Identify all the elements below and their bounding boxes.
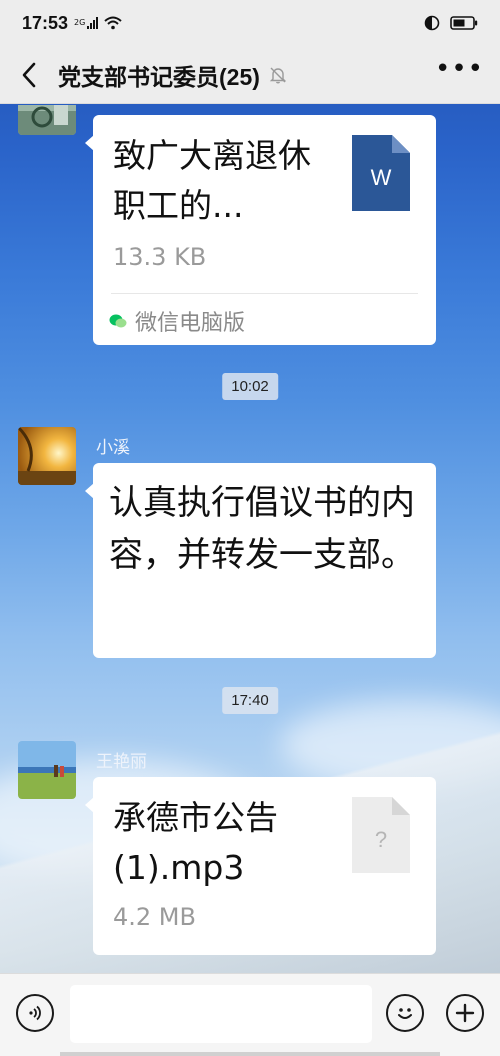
navigation-bar [60, 1052, 440, 1056]
more-icon[interactable]: ••• [435, 56, 484, 86]
message-text: 认真执行倡议书的内容，并转发一支部。 [109, 483, 415, 575]
file-name: 承德市公告(1).mp3 [113, 798, 278, 887]
chat-header: 党支部书记委员(25) ••• [0, 46, 500, 104]
message-list[interactable]: 致广大离退休职工的... 13.3 KB W 微信电脑版 10:02 小溪 认真… [0, 105, 500, 973]
word-file-icon: W [352, 135, 410, 211]
word-badge: W [370, 165, 392, 190]
emoji-icon[interactable] [386, 994, 424, 1032]
avatar[interactable] [18, 741, 76, 799]
do-not-disturb-icon [424, 15, 440, 31]
sender-name: 王艳丽 [96, 752, 147, 772]
network-type: 2G [74, 18, 86, 27]
file-size: 4.2 MB [113, 903, 196, 931]
wifi-icon [104, 16, 123, 30]
add-icon[interactable] [446, 994, 484, 1032]
voice-icon[interactable] [16, 994, 54, 1032]
timestamp: 17:40 [222, 687, 278, 714]
file-source: 微信电脑版 [109, 305, 245, 337]
timestamp: 10:02 [222, 373, 278, 400]
source-label: 微信电脑版 [135, 311, 246, 336]
status-bar: 17:53 2G [0, 0, 500, 46]
message-input[interactable] [70, 985, 372, 1043]
text-message-bubble[interactable]: 认真执行倡议书的内容，并转发一支部。 [85, 463, 436, 658]
avatar[interactable] [18, 105, 76, 135]
chat-title[interactable]: 党支部书记委员(25) [58, 58, 260, 92]
divider [111, 293, 418, 294]
sender-name: 小溪 [96, 438, 130, 458]
wechat-pc-icon [109, 314, 127, 328]
unknown-badge: ? [374, 827, 388, 852]
signal-icon [87, 17, 99, 29]
file-size: 13.3 KB [113, 243, 207, 271]
file-message-bubble[interactable]: 致广大离退休职工的... 13.3 KB W 微信电脑版 [85, 115, 436, 345]
input-bar [0, 973, 500, 1056]
file-message-bubble[interactable]: 承德市公告(1).mp3 4.2 MB ? [85, 777, 436, 955]
file-name: 致广大离退休职工的... [113, 136, 311, 225]
mute-icon [269, 67, 287, 83]
back-icon[interactable] [14, 60, 44, 90]
battery-icon [450, 16, 478, 30]
avatar[interactable] [18, 427, 76, 485]
unknown-file-icon: ? [352, 797, 410, 873]
chat-screen: 17:53 2G 党支部书记委员(25) ••• 致广大离退休职工的... 13… [0, 0, 500, 1056]
status-time: 17:53 [22, 12, 69, 33]
